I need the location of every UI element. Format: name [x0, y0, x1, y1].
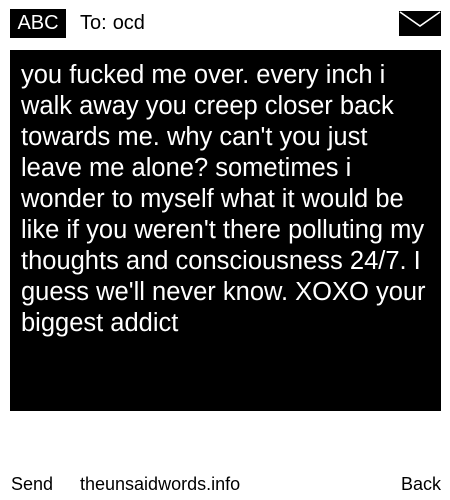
recipient-name: ocd — [112, 12, 145, 34]
back-button[interactable]: Back — [401, 470, 441, 498]
input-mode-badge[interactable]: ABC — [10, 9, 66, 38]
envelope-icon — [399, 11, 441, 36]
send-button[interactable]: Send — [11, 470, 53, 498]
recipient-field[interactable]: To: ocd — [80, 9, 145, 38]
message-body-area[interactable]: you fucked me over. every inch i walk aw… — [10, 50, 441, 411]
softkey-bar: Send theunsaidwords.info Back — [0, 470, 450, 498]
message-header: ABC To: ocd — [0, 0, 450, 44]
to-label: To: — [80, 12, 107, 34]
message-text: you fucked me over. every inch i walk aw… — [21, 61, 426, 337]
site-label: theunsaidwords.info — [80, 474, 241, 494]
